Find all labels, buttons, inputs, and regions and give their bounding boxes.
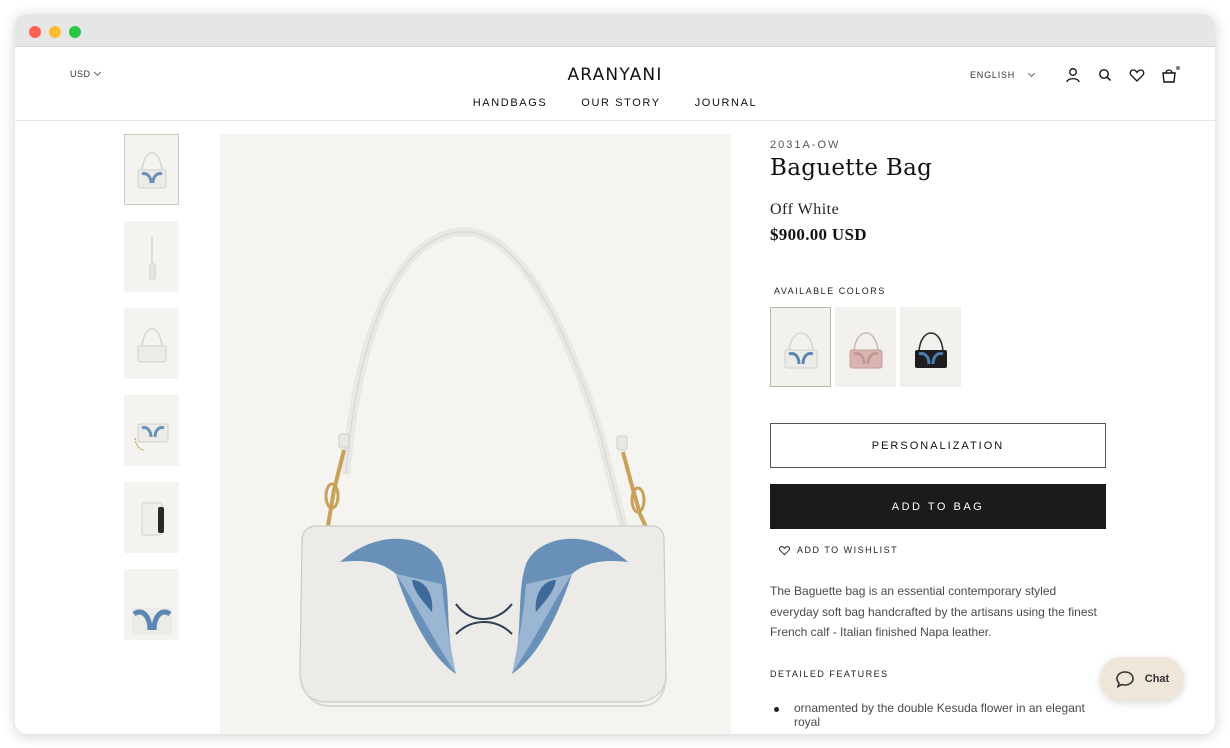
window-titlebar	[15, 14, 1215, 47]
baguette-bag-image	[299, 227, 667, 707]
list-item: ornamented by the double Kesuda flower i…	[770, 701, 1110, 729]
product-price: $900.00 USD	[770, 225, 867, 244]
wishlist-label: ADD TO WISHLIST	[797, 545, 899, 555]
product-title: Baguette Bag	[770, 155, 933, 181]
add-to-bag-button[interactable]: ADD TO BAG	[770, 484, 1106, 529]
chat-bubble-icon	[1115, 671, 1134, 688]
language-selector[interactable]: ENGLISH	[970, 69, 1036, 80]
site-header: USD ARANYANI HANDBAGS OUR STORY JOURNAL …	[15, 47, 1215, 121]
nav-item-our-story[interactable]: OUR STORY	[581, 97, 660, 109]
product-info: 2031A-OW Baguette Bag Off White $900.00 …	[770, 139, 1110, 729]
thumbnail-side-view[interactable]	[124, 221, 179, 292]
nav-item-journal[interactable]: JOURNAL	[695, 97, 758, 109]
color-swatches	[770, 307, 1110, 387]
add-to-wishlist-link[interactable]: ADD TO WISHLIST	[778, 544, 1110, 556]
search-icon[interactable]	[1096, 66, 1114, 84]
swatch-pink[interactable]	[835, 307, 896, 387]
thumbnail-front-plain[interactable]	[124, 308, 179, 379]
language-label: ENGLISH	[970, 70, 1016, 80]
available-colors-label: AVAILABLE COLORS	[774, 286, 886, 296]
thumbnail-detail-embroidery[interactable]	[124, 569, 179, 640]
browser-window: USD ARANYANI HANDBAGS OUR STORY JOURNAL …	[15, 14, 1215, 734]
minimize-window-button[interactable]	[49, 26, 61, 38]
swatch-black[interactable]	[900, 307, 961, 387]
product-color-name: Off White	[770, 201, 840, 218]
heart-icon	[779, 546, 790, 556]
product-description: The Baguette bag is an essential contemp…	[770, 584, 1097, 639]
heart-icon[interactable]	[1128, 66, 1146, 84]
chat-button[interactable]: Chat	[1100, 657, 1184, 701]
detailed-features-label: DETAILED FEATURES	[770, 668, 889, 679]
close-window-button[interactable]	[29, 26, 41, 38]
main-nav: HANDBAGS OUR STORY JOURNAL	[15, 97, 1215, 109]
cart-count-badge	[1176, 66, 1180, 70]
thumbnail-open-interior[interactable]	[124, 482, 179, 553]
chat-label: Chat	[1144, 673, 1170, 685]
header-icons	[1064, 66, 1180, 84]
thumbnail-front-embroidered[interactable]	[124, 134, 179, 205]
thumbnail-gallery	[124, 134, 181, 656]
account-icon[interactable]	[1064, 66, 1082, 84]
product-sku: 2031A-OW	[770, 139, 841, 151]
swatch-off-white[interactable]	[770, 307, 831, 387]
thumbnail-chain-strap[interactable]	[124, 395, 179, 466]
features-list: ornamented by the double Kesuda flower i…	[770, 701, 1110, 729]
nav-item-handbags[interactable]: HANDBAGS	[473, 97, 548, 109]
site-logo[interactable]: ARANYANI	[15, 65, 1215, 85]
bag-icon[interactable]	[1160, 66, 1180, 84]
product-main-image[interactable]	[220, 134, 731, 734]
personalization-button[interactable]: PERSONALIZATION	[770, 423, 1106, 468]
maximize-window-button[interactable]	[69, 26, 81, 38]
chevron-down-icon	[1028, 69, 1036, 78]
